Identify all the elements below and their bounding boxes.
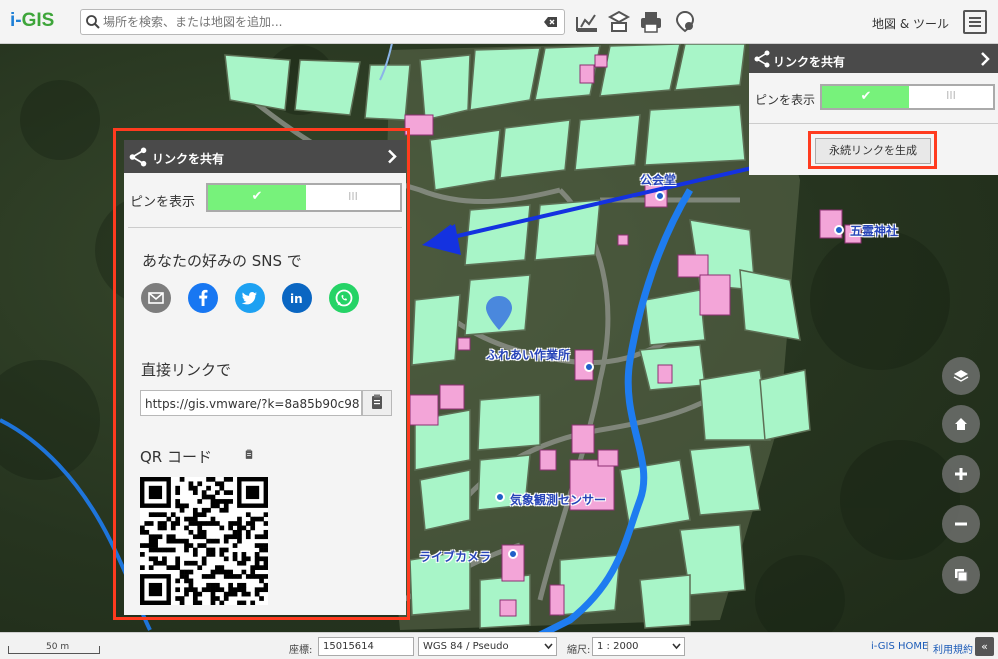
menu-line bbox=[969, 17, 981, 19]
qr-code bbox=[140, 477, 269, 606]
whatsapp-icon bbox=[335, 289, 353, 307]
tools-menu-label[interactable]: 地図 & ツール bbox=[872, 15, 949, 32]
toggle-on-segment: ✔ bbox=[822, 86, 910, 108]
logo-name: GIS bbox=[21, 10, 55, 31]
toggle-off-segment: III bbox=[909, 86, 993, 108]
layers-button[interactable] bbox=[942, 357, 980, 395]
check-icon: ✔ bbox=[251, 189, 263, 204]
poi-marker[interactable] bbox=[584, 362, 594, 372]
search-icon bbox=[86, 15, 100, 29]
check-icon: ✔ bbox=[860, 89, 872, 104]
chevron-down-icon bbox=[544, 643, 553, 650]
measure-icon[interactable] bbox=[574, 9, 600, 35]
poi-marker[interactable] bbox=[834, 225, 844, 235]
scale-bar-label: 50 m bbox=[46, 642, 70, 652]
bars-icon: III bbox=[946, 89, 956, 102]
qr-code-title: QR コード bbox=[140, 448, 212, 466]
zoom-out-button[interactable] bbox=[942, 505, 980, 543]
poi-label-kominkan[interactable]: 公会堂 bbox=[640, 171, 676, 188]
zoom-in-button[interactable] bbox=[942, 455, 980, 493]
toggle-off-segment: III bbox=[306, 185, 400, 210]
facebook-icon bbox=[199, 289, 208, 306]
search-input[interactable] bbox=[103, 12, 543, 32]
poi-label-workshop[interactable]: ふれあい作業所 bbox=[486, 346, 570, 363]
hamburger-menu-button[interactable] bbox=[963, 10, 987, 34]
show-pin-toggle[interactable]: ✔ III bbox=[206, 183, 402, 212]
app-logo[interactable]: i-GIS bbox=[10, 10, 54, 32]
share-panel-title: リンクを共有 bbox=[773, 55, 846, 69]
coordinate-field[interactable]: 15015614 4181063 bbox=[318, 637, 414, 659]
poi-label-shrine[interactable]: 五霊神社 bbox=[850, 222, 898, 239]
chevron-right-icon[interactable] bbox=[386, 149, 398, 164]
poi-marker[interactable] bbox=[655, 191, 665, 201]
share-icon bbox=[129, 147, 147, 167]
overview-button[interactable] bbox=[942, 556, 980, 594]
scale-select[interactable]: 1 : 2000 bbox=[592, 637, 685, 656]
whatsapp-share-button[interactable] bbox=[329, 283, 359, 313]
scale-value: 1 : 2000 bbox=[597, 641, 639, 652]
igis-home-link[interactable]: i-GIS HOME bbox=[871, 641, 928, 652]
permalink-field[interactable] bbox=[140, 390, 362, 416]
poi-label-weather[interactable]: 気象観測センサー bbox=[510, 491, 606, 508]
divider bbox=[749, 123, 998, 124]
collapse-button[interactable]: « bbox=[975, 637, 994, 656]
show-pin-toggle[interactable]: ✔ III bbox=[820, 84, 995, 110]
divider bbox=[128, 227, 402, 228]
clear-search-icon[interactable] bbox=[544, 16, 558, 28]
home-button[interactable] bbox=[942, 405, 980, 443]
coordinate-label: 座標: bbox=[289, 645, 313, 656]
link-separator: | bbox=[926, 641, 930, 652]
minus-icon bbox=[955, 522, 967, 526]
email-share-button[interactable] bbox=[141, 283, 171, 313]
chevron-down-icon bbox=[672, 643, 681, 650]
layers-icon bbox=[953, 370, 969, 382]
mail-icon bbox=[148, 292, 164, 304]
share-panel-header: リンクを共有 bbox=[749, 44, 998, 73]
pin-label: ピンを表示 bbox=[755, 93, 816, 107]
facebook-share-button[interactable] bbox=[188, 283, 218, 313]
toggle-on-segment: ✔ bbox=[208, 185, 306, 210]
poi-marker[interactable] bbox=[508, 549, 518, 559]
logo-prefix: i- bbox=[10, 10, 22, 31]
copy-link-button[interactable] bbox=[362, 390, 392, 416]
overview-map-icon bbox=[955, 569, 968, 582]
share-panel-header: リンクを共有 bbox=[124, 140, 406, 173]
settings-pin-icon[interactable] bbox=[672, 9, 698, 35]
poi-marker[interactable] bbox=[495, 492, 505, 502]
terms-link[interactable]: 利用規約 bbox=[933, 641, 973, 656]
linkedin-icon: in bbox=[290, 292, 303, 306]
share-icon bbox=[754, 50, 770, 68]
sns-section-title: あなたの好みの SNS で bbox=[142, 252, 302, 270]
twitter-icon bbox=[241, 292, 257, 305]
plus-icon bbox=[955, 468, 967, 480]
share-panel-title: リンクを共有 bbox=[152, 152, 225, 166]
clipboard-icon[interactable] bbox=[240, 446, 258, 464]
status-bar: 50 m 座標: 15015614 4181063 WGS 84 / Pseud… bbox=[0, 632, 998, 659]
linkedin-share-button[interactable]: in bbox=[282, 283, 312, 313]
crs-select[interactable]: WGS 84 / Pseudo Mercator bbox=[418, 637, 557, 659]
menu-line bbox=[969, 25, 981, 27]
search-box[interactable] bbox=[80, 9, 565, 35]
clipboard-icon bbox=[372, 394, 382, 409]
svg-text:in: in bbox=[290, 292, 303, 306]
generate-permalink-button[interactable]: 永続リンクを生成 bbox=[815, 138, 931, 164]
bars-icon: III bbox=[348, 190, 358, 203]
print-icon[interactable] bbox=[638, 9, 664, 35]
permalink-input[interactable] bbox=[145, 395, 361, 413]
scale-select-label: 縮尺: bbox=[567, 645, 591, 656]
layer-stack-icon[interactable] bbox=[606, 9, 632, 35]
pin-label: ピンを表示 bbox=[130, 195, 196, 210]
twitter-share-button[interactable] bbox=[235, 283, 265, 313]
menu-line bbox=[969, 21, 981, 23]
chevron-right-icon[interactable] bbox=[979, 52, 991, 66]
direct-link-title: 直接リンクで bbox=[141, 361, 232, 379]
top-bar: i-GIS 地図 & ツール bbox=[0, 0, 998, 44]
qr-code-image bbox=[140, 477, 269, 606]
poi-label-camera[interactable]: ライブカメラ bbox=[419, 548, 491, 565]
crs-value: WGS 84 / Pseudo Mercator bbox=[423, 641, 509, 659]
home-icon bbox=[955, 418, 967, 430]
